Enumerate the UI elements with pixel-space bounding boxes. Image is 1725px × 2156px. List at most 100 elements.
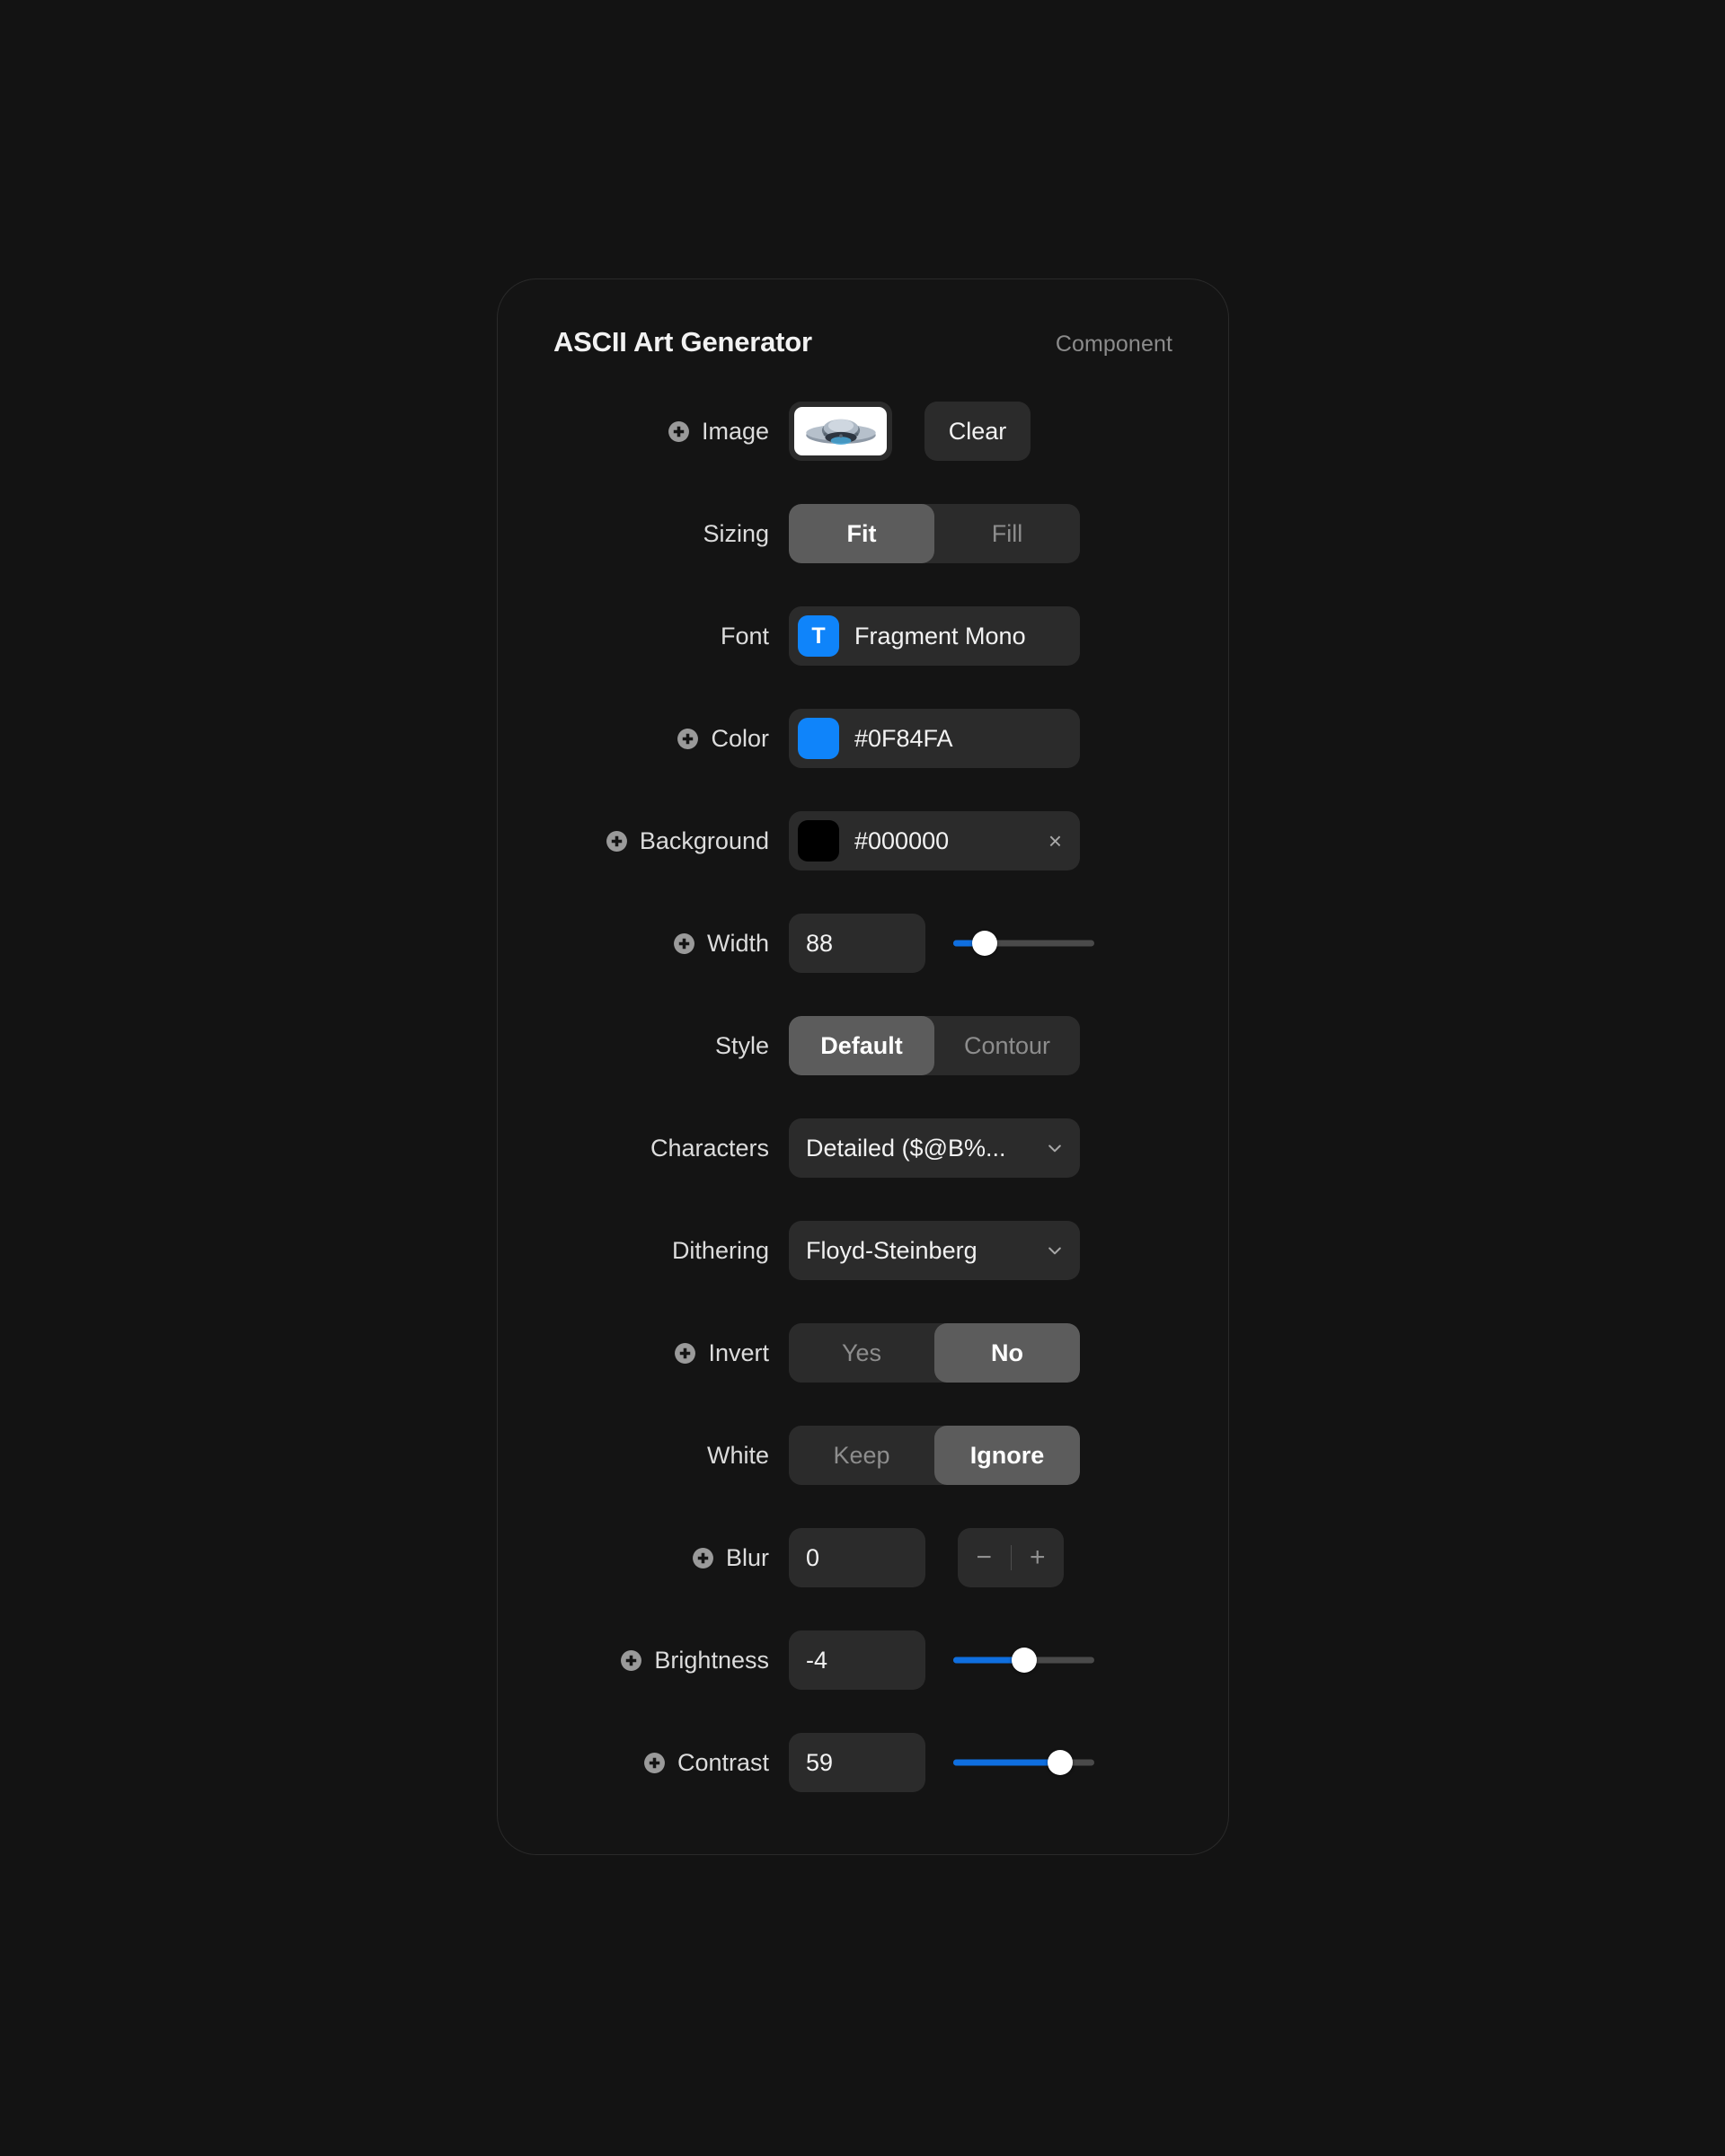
- label-text-width: Width: [706, 929, 769, 957]
- row-label-invert: Invert: [553, 1339, 789, 1367]
- row-control-image: Clear: [789, 398, 1172, 464]
- width-input[interactable]: 88: [789, 914, 925, 973]
- row-font: Font T Fragment Mono: [553, 603, 1172, 669]
- add-circle-icon[interactable]: [692, 1547, 714, 1569]
- clear-image-button[interactable]: Clear: [924, 402, 1031, 461]
- add-circle-icon[interactable]: [673, 932, 695, 955]
- row-label-font: Font: [553, 623, 789, 650]
- page-title: ASCII Art Generator: [553, 326, 812, 358]
- row-control-background: #000000 ×: [789, 808, 1172, 874]
- row-control-font: T Fragment Mono: [789, 603, 1172, 669]
- sizing-segmented-control: Fit Fill: [789, 504, 1080, 563]
- invert-segmented-control: Yes No: [789, 1323, 1080, 1383]
- row-width: Width 88: [553, 910, 1172, 976]
- label-text-color: Color: [711, 724, 769, 752]
- label-text-characters: Characters: [650, 1134, 769, 1162]
- white-segmented-control: Keep Ignore: [789, 1426, 1080, 1485]
- style-option-default[interactable]: Default: [789, 1016, 934, 1075]
- chevron-down-icon: [1048, 1144, 1061, 1153]
- screen-root: ASCII Art Generator Component Image Clea…: [0, 0, 1725, 2156]
- width-slider[interactable]: [953, 914, 1094, 973]
- row-control-white: Keep Ignore: [789, 1422, 1172, 1489]
- background-hex-value[interactable]: #000000: [854, 827, 1030, 855]
- row-label-white: White: [553, 1442, 789, 1470]
- close-icon[interactable]: ×: [1045, 826, 1066, 856]
- style-option-contour[interactable]: Contour: [934, 1016, 1080, 1075]
- row-control-width: 88: [789, 910, 1172, 976]
- panel-header: ASCII Art Generator Component: [553, 326, 1172, 358]
- row-label-background: Background: [553, 827, 789, 855]
- blur-increment-button[interactable]: +: [1012, 1528, 1065, 1587]
- add-circle-icon[interactable]: [620, 1649, 642, 1672]
- row-control-brightness: -4: [789, 1627, 1172, 1693]
- background-color-field[interactable]: #000000 ×: [789, 811, 1080, 870]
- row-blur: Blur 0 − +: [553, 1524, 1172, 1591]
- white-option-keep[interactable]: Keep: [789, 1426, 934, 1485]
- row-label-color: Color: [553, 725, 789, 753]
- row-label-blur: Blur: [553, 1544, 789, 1572]
- label-text-contrast: Contrast: [677, 1748, 769, 1776]
- label-text-white: White: [706, 1441, 769, 1469]
- font-picker[interactable]: T Fragment Mono: [789, 606, 1080, 666]
- text-type-icon: T: [798, 615, 839, 657]
- row-label-image: Image: [553, 418, 789, 446]
- brightness-input[interactable]: -4: [789, 1630, 925, 1690]
- white-option-ignore[interactable]: Ignore: [934, 1426, 1080, 1485]
- image-thumbnail: [794, 407, 887, 455]
- row-brightness: Brightness -4: [553, 1627, 1172, 1693]
- contrast-slider-fill: [953, 1759, 1061, 1766]
- sizing-option-fill[interactable]: Fill: [934, 504, 1080, 563]
- font-name-value: Fragment Mono: [854, 622, 1026, 649]
- image-thumbnail-button[interactable]: [789, 402, 892, 461]
- row-control-invert: Yes No: [789, 1320, 1172, 1386]
- label-text-blur: Blur: [725, 1543, 769, 1571]
- color-swatch[interactable]: [798, 718, 839, 759]
- ufo-icon: [805, 419, 876, 445]
- dithering-dropdown[interactable]: Floyd-Steinberg: [789, 1221, 1080, 1280]
- row-label-brightness: Brightness: [553, 1647, 789, 1674]
- invert-option-no[interactable]: No: [934, 1323, 1080, 1383]
- row-color: Color #0F84FA: [553, 705, 1172, 772]
- row-label-width: Width: [553, 930, 789, 958]
- contrast-slider-thumb[interactable]: [1048, 1750, 1074, 1775]
- sizing-option-fit[interactable]: Fit: [789, 504, 934, 563]
- add-circle-icon[interactable]: [643, 1752, 666, 1774]
- add-circle-icon[interactable]: [668, 420, 690, 443]
- row-invert: Invert Yes No: [553, 1320, 1172, 1386]
- blur-input[interactable]: 0: [789, 1528, 925, 1587]
- label-text-brightness: Brightness: [654, 1646, 769, 1674]
- characters-dropdown[interactable]: Detailed ($@B%...: [789, 1118, 1080, 1178]
- contrast-slider[interactable]: [953, 1733, 1094, 1792]
- blur-stepper: − +: [958, 1528, 1064, 1587]
- invert-option-yes[interactable]: Yes: [789, 1323, 934, 1383]
- dithering-dropdown-value: Floyd-Steinberg: [806, 1236, 978, 1264]
- brightness-slider-thumb[interactable]: [1011, 1648, 1037, 1673]
- add-circle-icon[interactable]: [606, 830, 628, 853]
- row-label-characters: Characters: [553, 1135, 789, 1162]
- ascii-art-generator-panel: ASCII Art Generator Component Image Clea…: [497, 278, 1229, 1855]
- row-image: Image Clear: [553, 398, 1172, 464]
- color-field[interactable]: #0F84FA: [789, 709, 1080, 768]
- row-white: White Keep Ignore: [553, 1422, 1172, 1489]
- background-color-swatch[interactable]: [798, 820, 839, 862]
- component-type-label: Component: [1055, 331, 1172, 357]
- width-slider-thumb[interactable]: [971, 931, 997, 956]
- brightness-slider[interactable]: [953, 1630, 1094, 1690]
- label-text-background: Background: [639, 826, 769, 854]
- row-label-contrast: Contrast: [553, 1749, 789, 1777]
- row-control-contrast: 59: [789, 1729, 1172, 1796]
- color-hex-value[interactable]: #0F84FA: [854, 725, 1066, 753]
- label-text-image: Image: [701, 417, 769, 445]
- row-dithering: Dithering Floyd-Steinberg: [553, 1217, 1172, 1284]
- label-text-sizing: Sizing: [703, 519, 769, 547]
- blur-decrement-button[interactable]: −: [958, 1528, 1011, 1587]
- add-circle-icon[interactable]: [674, 1342, 696, 1365]
- row-label-style: Style: [553, 1032, 789, 1060]
- label-text-style: Style: [714, 1031, 769, 1059]
- contrast-input[interactable]: 59: [789, 1733, 925, 1792]
- row-style: Style Default Contour: [553, 1012, 1172, 1079]
- add-circle-icon[interactable]: [677, 728, 699, 750]
- row-characters: Characters Detailed ($@B%...: [553, 1115, 1172, 1181]
- chevron-down-icon: [1048, 1247, 1061, 1255]
- row-control-blur: 0 − +: [789, 1524, 1172, 1591]
